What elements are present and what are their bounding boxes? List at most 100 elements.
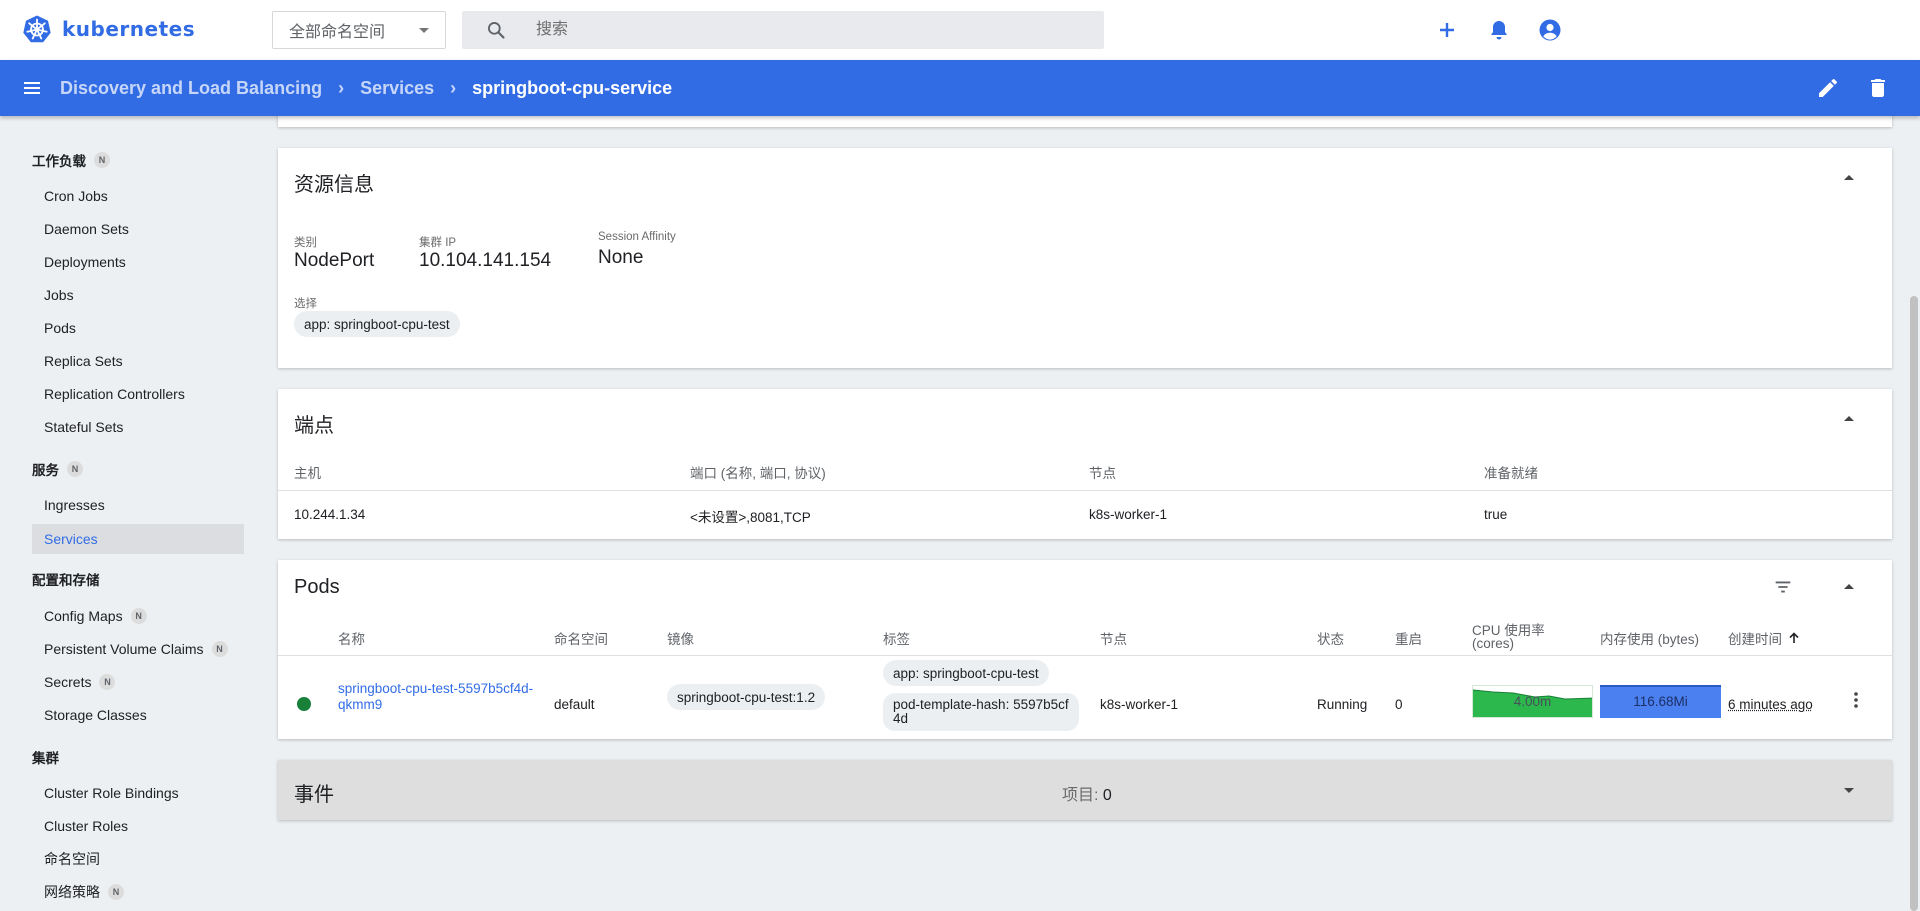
card-title: 事件	[294, 784, 334, 806]
sidebar-item-label: Config Maps	[44, 608, 123, 624]
namespaced-badge: N	[94, 152, 110, 168]
create-button[interactable]	[1434, 17, 1460, 43]
pod-node: k8s-worker-1	[1100, 697, 1179, 712]
sidebar-item-pods[interactable]: Pods	[32, 313, 244, 343]
account-button[interactable]	[1537, 17, 1563, 43]
sidebar-item-label: Pods	[44, 320, 76, 336]
column-header-image: 镜像	[667, 632, 694, 647]
menu-button[interactable]	[20, 76, 44, 103]
sidebar-item-namespaces[interactable]: 命名空间	[32, 844, 244, 874]
sidebar-item-replica-sets[interactable]: Replica Sets	[32, 346, 244, 376]
endpoint-ready: true	[1484, 507, 1508, 522]
scrollbar[interactable]	[1910, 296, 1918, 911]
column-header-cpu-unit: (cores)	[1472, 636, 1515, 651]
sidebar-section-workloads[interactable]: 工作负载 N	[32, 150, 110, 170]
column-header-status[interactable]: 状态	[1317, 628, 1344, 648]
sidebar-item-label: Replica Sets	[44, 353, 123, 369]
search-icon	[488, 22, 505, 39]
sidebar-section-service[interactable]: 服务 N	[32, 459, 83, 479]
more-vert-icon	[1854, 692, 1858, 708]
divider	[278, 490, 1892, 491]
events-count: 项目: 0	[1062, 781, 1112, 805]
delete-button[interactable]	[1866, 76, 1890, 103]
chevron-right-icon: ›	[450, 77, 457, 98]
sidebar-item-ingresses[interactable]: Ingresses	[32, 490, 244, 520]
sidebar-item-config-maps[interactable]: Config Maps N	[32, 601, 244, 631]
column-header-ready: 准备就绪	[1484, 466, 1538, 481]
sidebar-item-secrets[interactable]: Secrets N	[32, 667, 244, 697]
column-header-host: 主机	[294, 466, 321, 481]
top-bar: kubernetes 全部命名空间	[0, 0, 1920, 60]
dropdown-arrow-icon	[419, 28, 429, 33]
filter-button[interactable]	[1772, 576, 1794, 601]
sidebar-item-label: Daemon Sets	[44, 221, 129, 237]
sidebar-item-jobs[interactable]: Jobs	[32, 280, 244, 310]
label-chip: app: springboot-cpu-test	[883, 660, 1049, 686]
sidebar-item-label: Cron Jobs	[44, 188, 108, 204]
sidebar-item-stateful-sets[interactable]: Stateful Sets	[32, 412, 244, 442]
pencil-icon	[1819, 79, 1837, 97]
sidebar-item-label: Secrets	[44, 674, 92, 690]
memory-sparkline: 116.68Mi	[1600, 685, 1721, 718]
sidebar-item-network-policies[interactable]: 网络策略 N	[32, 877, 244, 907]
sidebar-item-label: Replication Controllers	[44, 386, 185, 402]
collapse-icon[interactable]	[1844, 175, 1854, 180]
kubernetes-wheel-icon	[23, 15, 51, 43]
type-label: 类别	[294, 237, 317, 249]
account-circle-icon	[1539, 19, 1561, 41]
sidebar-item-daemon-sets[interactable]: Daemon Sets	[32, 214, 244, 244]
namespace-select[interactable]: 全部命名空间	[272, 11, 446, 49]
resource-info-card: 资源信息 类别 NodePort 集群 IP 10.104.141.154 Se…	[278, 148, 1892, 368]
sidebar-item-services[interactable]: Services	[32, 524, 244, 554]
collapse-icon[interactable]	[1844, 584, 1854, 589]
column-header-created[interactable]: 创建时间	[1728, 628, 1800, 648]
endpoint-host: 10.244.1.34	[294, 507, 366, 522]
sidebar-item-replication-controllers[interactable]: Replication Controllers	[32, 379, 244, 409]
expand-icon[interactable]	[1844, 788, 1854, 793]
sidebar-item-storage-classes[interactable]: Storage Classes	[32, 700, 244, 730]
breadcrumb-services[interactable]: Services	[360, 78, 434, 99]
hamburger-menu-icon	[24, 82, 40, 94]
row-actions-button[interactable]	[1846, 687, 1866, 713]
sidebar-item-deployments[interactable]: Deployments	[32, 247, 244, 277]
chevron-right-icon: ›	[338, 77, 345, 98]
status-running-icon	[297, 697, 311, 711]
sidebar-item-persistent-volume-claims[interactable]: Persistent Volume Claims N	[32, 634, 244, 664]
endpoint-ports: <未设置>,8081,TCP	[690, 510, 811, 525]
namespace-select-value: 全部命名空间	[289, 24, 386, 41]
sidebar-item-cluster-role-bindings[interactable]: Cluster Role Bindings	[32, 778, 244, 808]
selector-chip: app: springboot-cpu-test	[294, 311, 460, 337]
created-header-label: 创建时间	[1728, 632, 1782, 647]
plus-icon	[1440, 23, 1454, 37]
pods-card: Pods 名称 命名空间 镜像 标签 节点 状态 重启 CPU 使用率 (cor…	[278, 560, 1892, 739]
kubernetes-logo[interactable]: kubernetes	[22, 14, 195, 44]
pod-name-link[interactable]: springboot-cpu-test-5597b5cf4d- qkmm9	[338, 681, 533, 713]
notifications-button[interactable]	[1486, 17, 1512, 43]
sidebar-item-label: 网络策略	[44, 884, 100, 900]
column-header-memory: 内存使用 (bytes)	[1600, 632, 1700, 647]
pod-created-time[interactable]: 6 minutes ago	[1728, 697, 1813, 712]
type-value: NodePort	[294, 250, 375, 271]
logo-text: kubernetes	[62, 17, 196, 41]
breadcrumb-discovery[interactable]: Discovery and Load Balancing	[60, 78, 322, 99]
search-input[interactable]	[536, 11, 1076, 49]
label-chip-line2: 4d	[893, 711, 909, 726]
column-header-node[interactable]: 节点	[1100, 628, 1127, 648]
edit-button[interactable]	[1816, 76, 1840, 103]
column-header-name[interactable]: 名称	[338, 628, 365, 648]
breadcrumb: Discovery and Load Balancing › Services …	[60, 60, 672, 116]
namespaced-badge: N	[130, 608, 147, 624]
sidebar-section-cluster[interactable]: 集群	[32, 747, 59, 767]
collapse-icon[interactable]	[1844, 416, 1854, 421]
endpoint-node: k8s-worker-1	[1089, 507, 1168, 522]
search-bar[interactable]	[462, 11, 1104, 49]
events-card[interactable]: 事件 项目: 0	[278, 760, 1892, 820]
sidebar-item-cron-jobs[interactable]: Cron Jobs	[32, 181, 244, 211]
sidebar-item-label: Ingresses	[44, 497, 105, 513]
sidebar-section-config-storage[interactable]: 配置和存储	[32, 569, 100, 589]
sidebar-item-label: 命名空间	[44, 851, 100, 867]
image-chip: springboot-cpu-test:1.2	[667, 684, 826, 710]
sidebar-item-label: Services	[44, 531, 98, 547]
section-title: 配置和存储	[32, 573, 100, 588]
sidebar-item-cluster-roles[interactable]: Cluster Roles	[32, 811, 244, 841]
